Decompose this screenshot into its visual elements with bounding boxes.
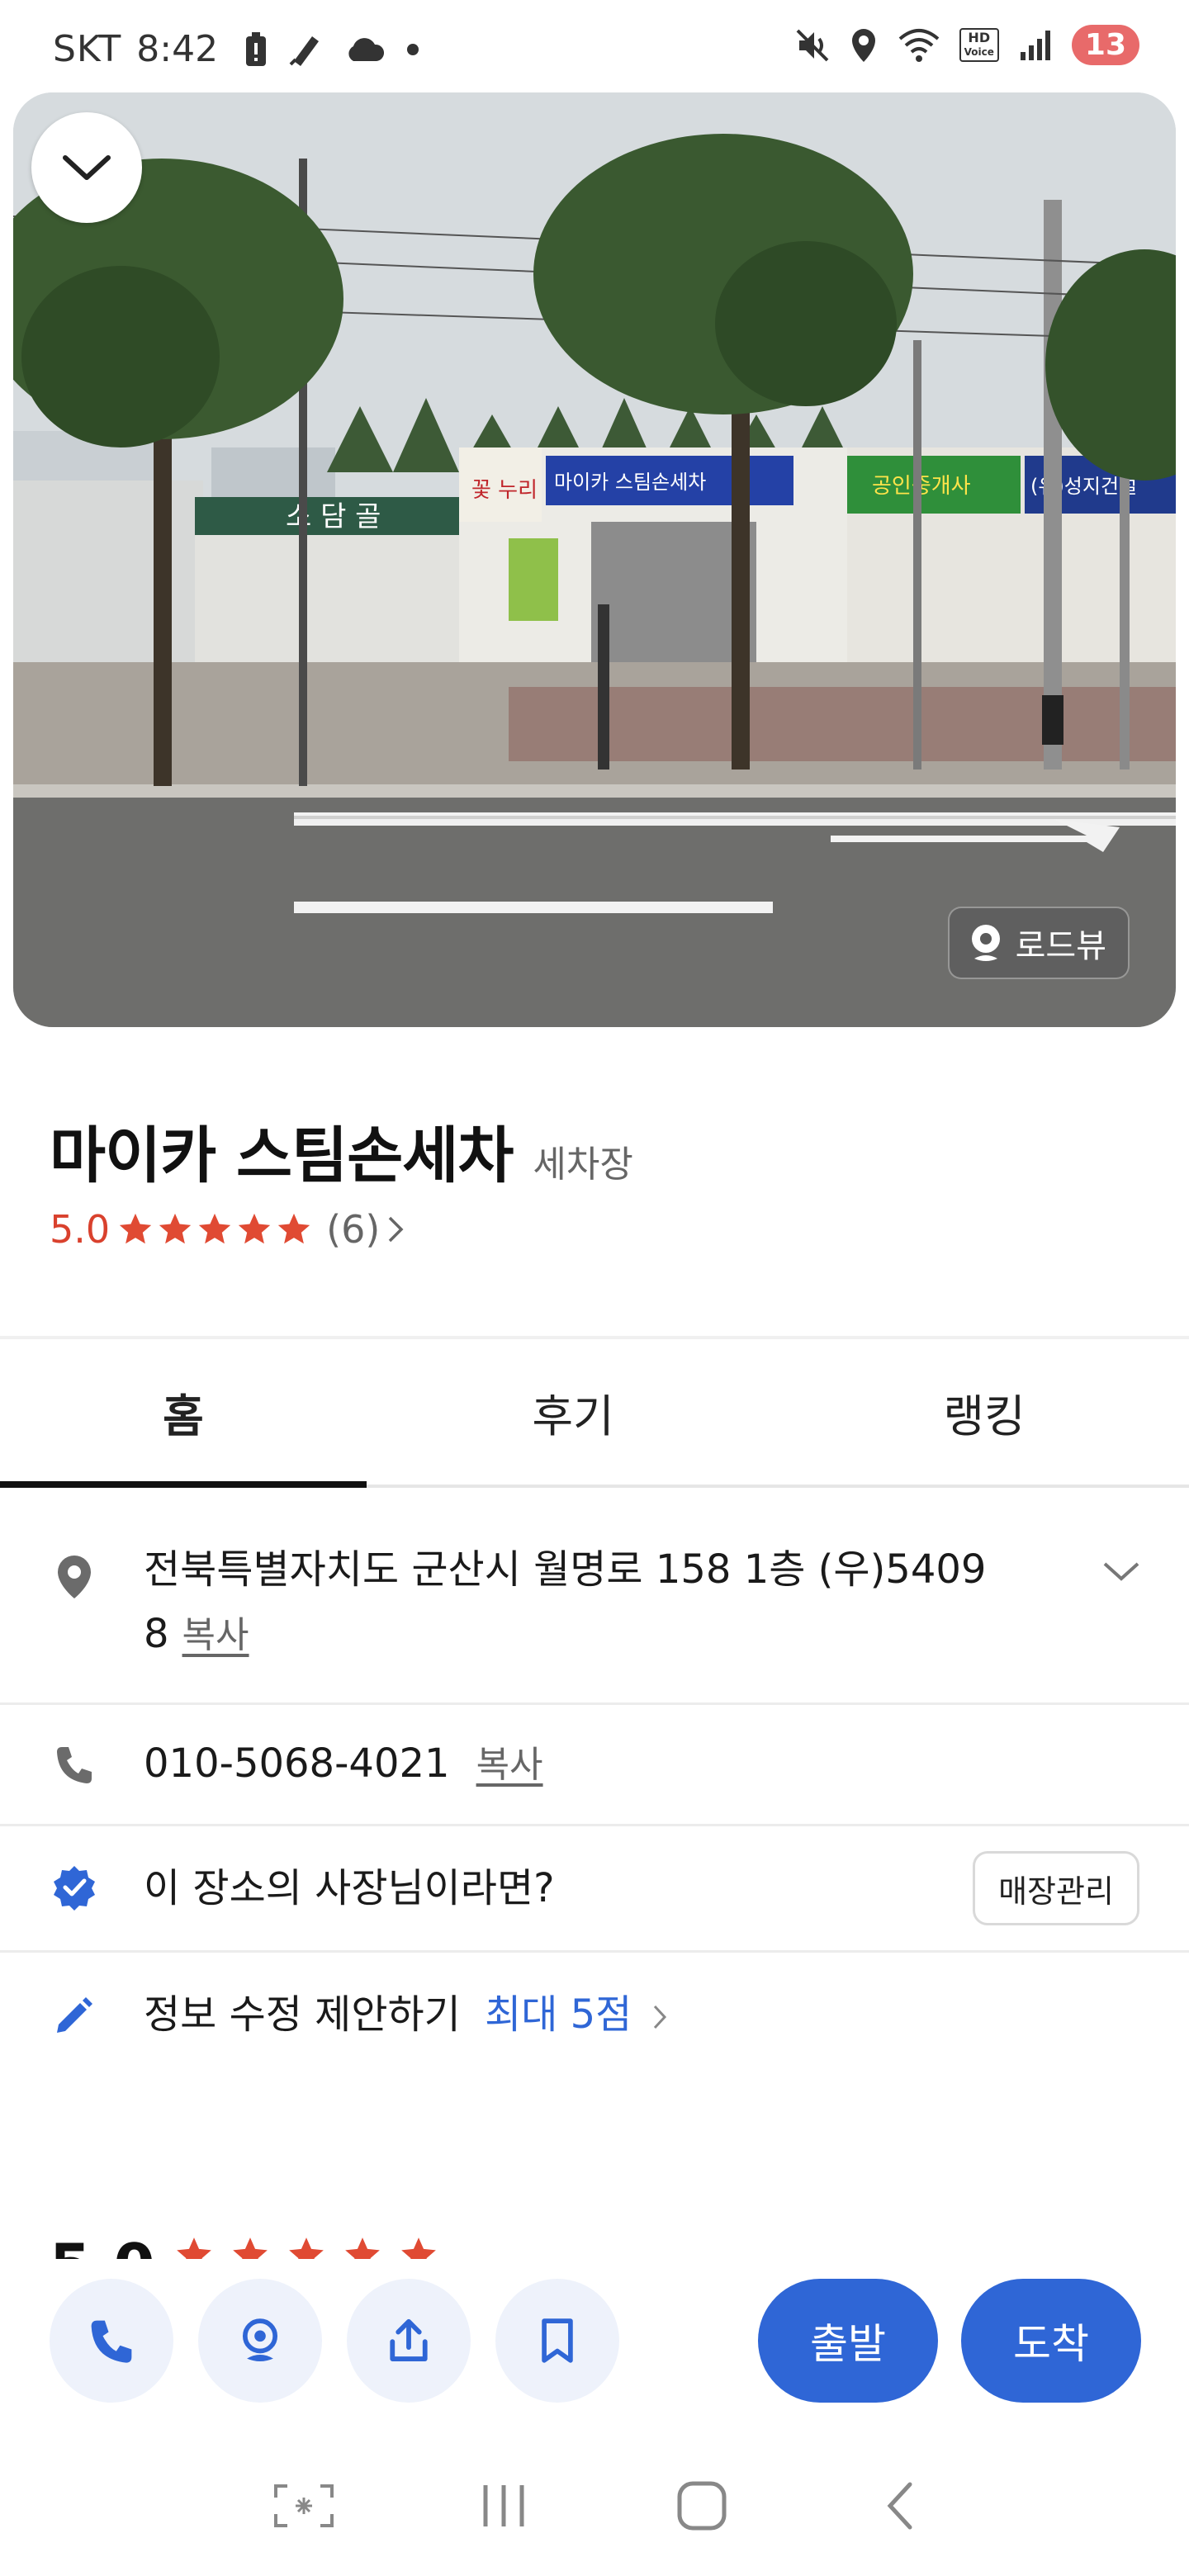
collapse-button[interactable]	[31, 112, 142, 223]
pen-icon	[289, 36, 320, 66]
recent-apps-icon	[483, 2485, 524, 2526]
suggest-points: 최대 5점	[485, 1991, 632, 2038]
bookmark-icon	[542, 2318, 573, 2363]
rating-summary-peek: 5.0	[50, 2229, 1139, 2259]
tab-ranking[interactable]: 랭킹	[779, 1339, 1189, 1485]
back-icon	[887, 2482, 912, 2530]
capture-icon	[274, 2484, 334, 2527]
place-name: 마이카 스팀손세차	[50, 1120, 514, 1191]
clock: 8:42	[136, 28, 219, 70]
summary-score: 5.0	[50, 2231, 155, 2259]
battery-badge: 13	[1071, 25, 1139, 65]
chevron-right-icon	[653, 2005, 666, 2029]
title-row: 마이카 스팀손세차 세차장	[50, 1106, 633, 1195]
dot-icon	[407, 43, 419, 55]
roadview-icon	[242, 2318, 278, 2361]
action-bar: 출발 도착	[0, 2259, 1189, 2424]
star-icon	[345, 2237, 380, 2259]
system-nav-bar	[0, 2436, 1189, 2576]
sign-mycar: 마이카 스팀손세차	[554, 471, 706, 494]
manage-store-button[interactable]: 매장관리	[973, 1851, 1139, 1925]
verified-badge-icon	[51, 1864, 97, 1911]
star-icon	[289, 2237, 324, 2259]
bookmark-button[interactable]	[495, 2279, 619, 2403]
tab-reviews[interactable]: 후기	[367, 1339, 779, 1485]
chevron-down-icon[interactable]	[1101, 1559, 1141, 1584]
share-icon	[390, 2318, 428, 2361]
rating-stars	[116, 1210, 313, 1248]
owner-row: 이 장소의 사장님이라면? 매장관리	[0, 1826, 1189, 1950]
hd-voice-icon: HD Voice	[959, 28, 999, 62]
call-button[interactable]	[50, 2279, 173, 2403]
place-photo[interactable]: 소 담 골 꽃 누리 마이카 스팀손세차 공인중개사 (유)성지건설	[13, 92, 1176, 1027]
chevron-down-icon	[63, 155, 111, 180]
tab-home[interactable]: 홈	[0, 1339, 367, 1485]
pencil-icon	[51, 1992, 97, 2039]
home-button[interactable]	[661, 2469, 743, 2543]
share-button[interactable]	[347, 2279, 471, 2403]
cloud-icon	[348, 37, 385, 61]
arrive-button[interactable]: 도착	[961, 2279, 1141, 2403]
active-tab-indicator	[0, 1481, 367, 1488]
phone-number[interactable]: 010-5068-4021	[144, 1740, 450, 1787]
back-button[interactable]	[859, 2469, 941, 2543]
star-icon	[119, 1213, 152, 1244]
tab-bar: 홈 후기 랭킹	[0, 1339, 1189, 1488]
roadview-label: 로드뷰	[1015, 927, 1106, 965]
rating-row[interactable]: 5.0 (6)	[50, 1207, 405, 1252]
star-icon	[277, 1213, 310, 1244]
copy-address-link[interactable]: 복사	[182, 1614, 249, 1656]
star-icon	[159, 1213, 192, 1244]
recent-apps-button[interactable]	[462, 2469, 545, 2543]
review-count: (6)	[326, 1207, 381, 1252]
address-row: 전북특별자치도 군산시 월명로 158 1층 (우)5409 8 복사	[0, 1537, 1189, 1702]
summary-stars	[173, 2234, 439, 2259]
star-icon	[238, 1213, 271, 1244]
signal-icon	[1020, 30, 1050, 60]
roadview-button[interactable]: 로드뷰	[947, 907, 1130, 979]
status-bar: SKT 8:42 HD Voice 13	[0, 0, 1189, 92]
address-text-cont: 8	[144, 1611, 169, 1657]
chevron-right-icon	[389, 1216, 404, 1243]
roadview-icon	[971, 925, 1000, 961]
owner-question: 이 장소의 사장님이라면?	[144, 1865, 555, 1911]
star-icon	[401, 2237, 436, 2259]
phone-row: 010-5068-4021 복사	[0, 1705, 1189, 1824]
phone-icon	[51, 1741, 97, 1788]
place-category: 세차장	[533, 1144, 633, 1186]
street-scene-image: 소 담 골 꽃 누리 마이카 스팀손세차 공인중개사 (유)성지건설	[13, 92, 1176, 1027]
roadview-action-button[interactable]	[198, 2279, 322, 2403]
rating-value: 5.0	[50, 1207, 111, 1252]
screen-capture-button[interactable]	[263, 2469, 345, 2543]
wifi-icon	[898, 28, 939, 62]
star-icon	[177, 2237, 211, 2259]
star-icon	[233, 2237, 268, 2259]
depart-button[interactable]: 출발	[758, 2279, 938, 2403]
home-icon	[677, 2481, 727, 2531]
suggest-edit-label: 정보 수정 제안하기	[144, 1991, 461, 2038]
location-pin-icon	[51, 1554, 97, 1600]
star-icon	[198, 1213, 231, 1244]
phone-icon	[91, 2320, 132, 2363]
carrier-label: SKT	[53, 28, 122, 70]
mute-icon	[796, 29, 829, 61]
address-text: 전북특별자치도 군산시 월명로 158 1층 (우)5409	[144, 1546, 987, 1593]
location-icon	[851, 28, 875, 62]
copy-phone-link[interactable]: 복사	[476, 1744, 543, 1786]
battery-saver-icon	[246, 31, 267, 66]
suggest-edit-row[interactable]: 정보 수정 제안하기 최대 5점	[0, 1953, 1189, 2076]
sign-kkotnuri: 꽃 누리	[471, 478, 538, 503]
